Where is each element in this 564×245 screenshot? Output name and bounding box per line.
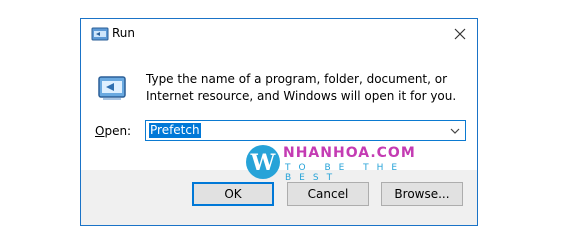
run-app-icon xyxy=(98,76,126,100)
description-text: Type the name of a program, folder, docu… xyxy=(146,72,457,103)
watermark-brand: NHANHOA.COM xyxy=(283,145,416,161)
title-bar[interactable]: Run xyxy=(81,19,477,49)
open-input-value[interactable]: Prefetch xyxy=(149,123,201,138)
run-app-icon xyxy=(91,27,109,41)
run-dialog: Run Type the name of a program, folder, … xyxy=(80,18,478,226)
window-title: Run xyxy=(112,26,136,40)
svg-text:W: W xyxy=(250,150,276,176)
watermark-logo: W NHANHOA.COM TO BE THE BEST xyxy=(244,141,444,191)
close-icon xyxy=(454,28,466,40)
logo-w-icon: W xyxy=(246,145,280,179)
chevron-down-icon[interactable] xyxy=(449,125,461,137)
open-combobox[interactable]: Prefetch xyxy=(145,120,466,141)
watermark-tagline: TO BE THE BEST xyxy=(285,163,406,183)
open-label: Open: xyxy=(95,124,132,138)
close-button[interactable] xyxy=(443,19,477,49)
